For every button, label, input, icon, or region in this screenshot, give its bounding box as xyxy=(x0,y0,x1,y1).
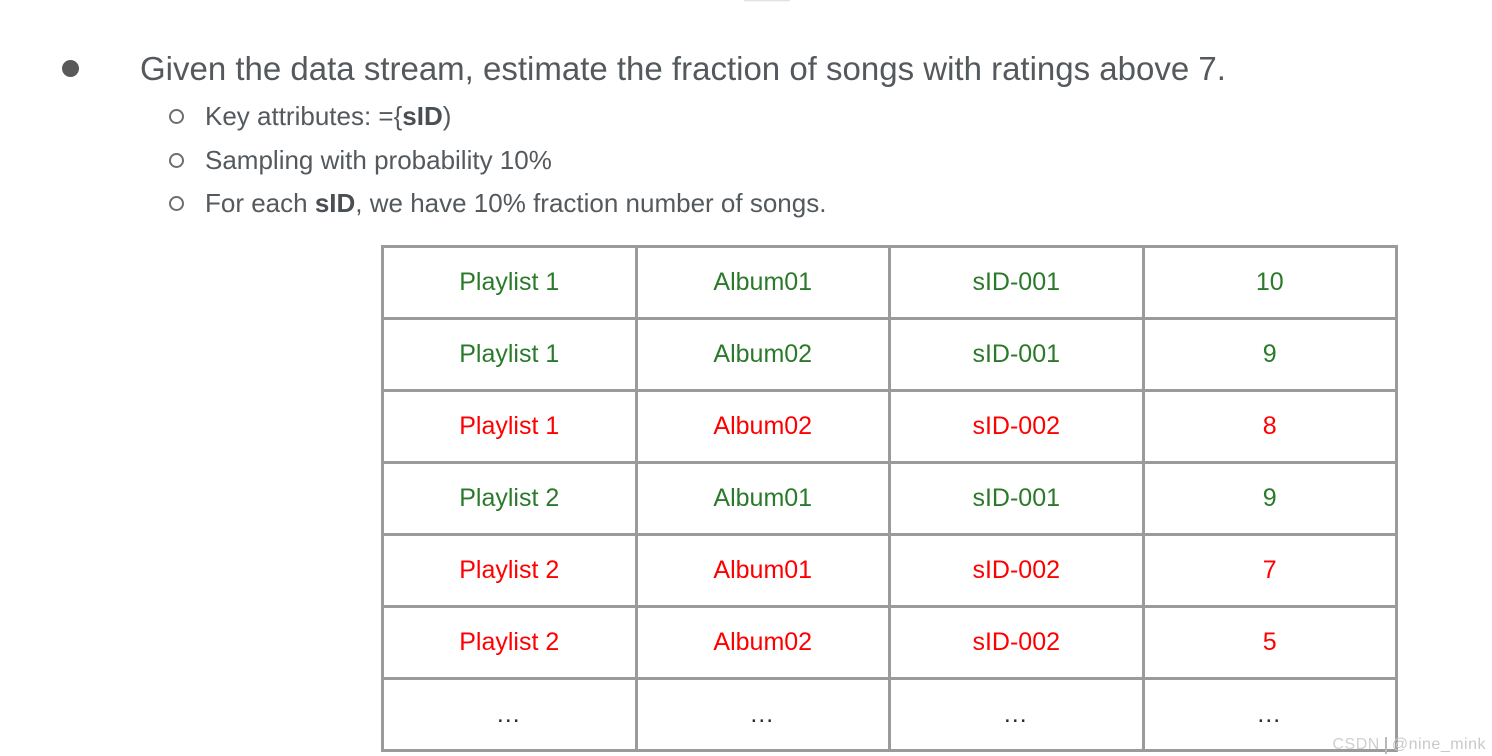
table-cell: Playlist 1 xyxy=(381,245,638,320)
table-cell: 9 xyxy=(1141,461,1398,536)
sub-bullet-prefix-2: For each xyxy=(205,188,315,218)
table-cell: Album02 xyxy=(634,389,891,464)
table-body: Playlist 1 Album01 sID-001 10 Playlist 1 Albu… xyxy=(381,245,1398,752)
table-cell: … xyxy=(381,677,638,752)
watermark-separator xyxy=(1384,736,1387,754)
table-cell: 10 xyxy=(1141,245,1398,320)
table-cell: … xyxy=(634,677,891,752)
table-cell: sID-002 xyxy=(888,389,1145,464)
main-bullet-item: Given the data stream, estimate the frac… xyxy=(62,48,1226,90)
table-row: ………… xyxy=(381,677,1398,752)
watermark: CSDN @nine_mink xyxy=(1332,736,1486,754)
table-cell: Playlist 2 xyxy=(381,605,638,680)
watermark-username: @nine_mink xyxy=(1391,736,1486,753)
sub-bullet-bold-0: sID xyxy=(402,101,443,131)
data-stream-table: Playlist 1 Album01 sID-001 10 Playlist 1 Albu… xyxy=(381,245,1398,752)
sub-bullet-item-fraction: For each sID, we have 10% fraction numbe… xyxy=(169,187,826,220)
table-cell: sID-002 xyxy=(888,533,1145,608)
watermark-brand: CSDN xyxy=(1332,736,1380,753)
table-cell: Album02 xyxy=(634,317,891,392)
table-row: Playlist 2 Album02 sID-002 5 xyxy=(381,605,1398,680)
table-row: Playlist 1 Album01 sID-001 10 xyxy=(381,245,1398,320)
table-cell: 9 xyxy=(1141,317,1398,392)
sub-bullet-prefix-1: Sampling with probability 10% xyxy=(205,145,552,175)
table-cell: sID-001 xyxy=(888,317,1145,392)
sub-bullet-text-sampling: Sampling with probability 10% xyxy=(205,144,552,177)
table-cell: Playlist 2 xyxy=(381,461,638,536)
sub-bullet-text-fraction: For each sID, we have 10% fraction numbe… xyxy=(205,187,826,220)
table-cell: Album01 xyxy=(634,533,891,608)
table-cell: Playlist 1 xyxy=(381,317,638,392)
table-cell: 5 xyxy=(1141,605,1398,680)
table-cell: Playlist 1 xyxy=(381,389,638,464)
table-row: Playlist 1 Album02 sID-002 8 xyxy=(381,389,1398,464)
table-cell: sID-002 xyxy=(888,605,1145,680)
table-row: Playlist 2 Album01 sID-002 7 xyxy=(381,533,1398,608)
main-bullet-text: Given the data stream, estimate the frac… xyxy=(140,50,1226,87)
table-cell: 7 xyxy=(1141,533,1398,608)
table-row: Playlist 1 Album02 sID-001 9 xyxy=(381,317,1398,392)
table-cell: Playlist 2 xyxy=(381,533,638,608)
sub-bullet-prefix-0: Key attributes: ={ xyxy=(205,101,403,131)
hollow-circle-bullet-icon xyxy=(169,196,184,211)
table-cell: … xyxy=(888,677,1145,752)
sub-bullet-item-sampling: Sampling with probability 10% xyxy=(169,144,552,177)
table-cell: Album02 xyxy=(634,605,891,680)
table-cell: sID-001 xyxy=(888,461,1145,536)
table-cell: sID-001 xyxy=(888,245,1145,320)
sub-bullet-suffix-0: ) xyxy=(442,101,452,131)
table-cell: Album01 xyxy=(634,461,891,536)
sub-bullet-suffix-2: , we have 10% fraction number of songs. xyxy=(355,188,827,218)
sub-bullet-bold-2: sID xyxy=(314,188,356,218)
table-cell: Album01 xyxy=(634,245,891,320)
cut-off-heading-fragment xyxy=(744,0,790,2)
filled-circle-bullet-icon xyxy=(62,60,79,77)
sub-bullet-text-key-attributes: Key attributes: ={sID) xyxy=(205,100,451,133)
table-cell: 8 xyxy=(1141,389,1398,464)
sub-bullet-item-key-attributes: Key attributes: ={sID) xyxy=(169,100,451,133)
table-row: Playlist 2 Album01 sID-001 9 xyxy=(381,461,1398,536)
hollow-circle-bullet-icon xyxy=(169,153,184,168)
hollow-circle-bullet-icon xyxy=(169,109,184,124)
